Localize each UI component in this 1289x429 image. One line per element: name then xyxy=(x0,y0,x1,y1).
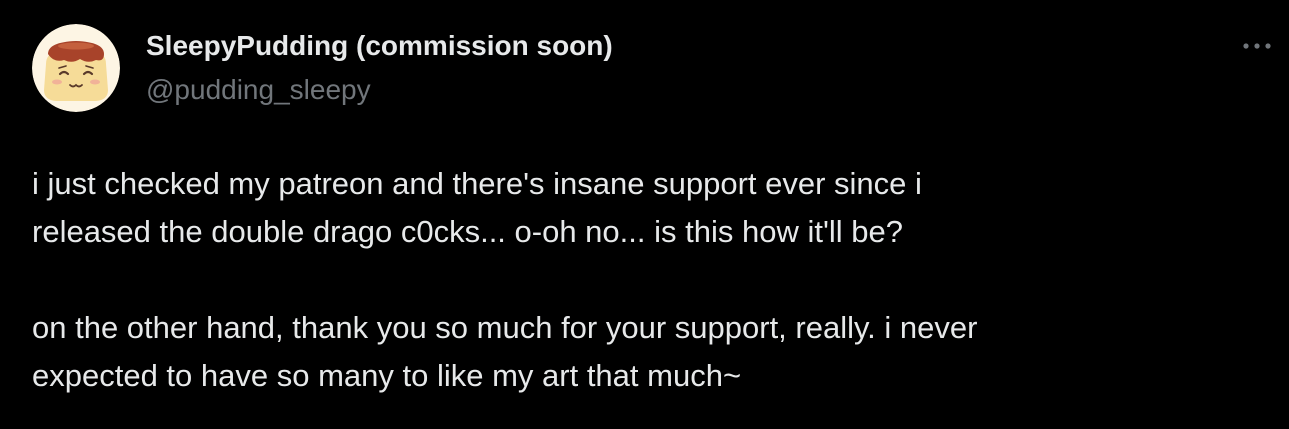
tweet-text: i just checked my patreon and there's in… xyxy=(32,160,1252,400)
tweet-paragraph: on the other hand, thank you so much for… xyxy=(32,310,978,393)
tweet-paragraph: i just checked my patreon and there's in… xyxy=(32,166,922,249)
pudding-face-icon xyxy=(32,24,120,112)
more-options-button[interactable] xyxy=(1239,32,1275,60)
tweet-card: SleepyPudding (commission soon) @pudding… xyxy=(0,0,1289,429)
author-handle[interactable]: @pudding_sleepy xyxy=(146,72,613,108)
avatar[interactable] xyxy=(32,24,120,112)
author-display-name[interactable]: SleepyPudding (commission soon) xyxy=(146,28,613,64)
author-block: SleepyPudding (commission soon) @pudding… xyxy=(146,28,613,108)
more-horizontal-icon xyxy=(1243,43,1271,49)
